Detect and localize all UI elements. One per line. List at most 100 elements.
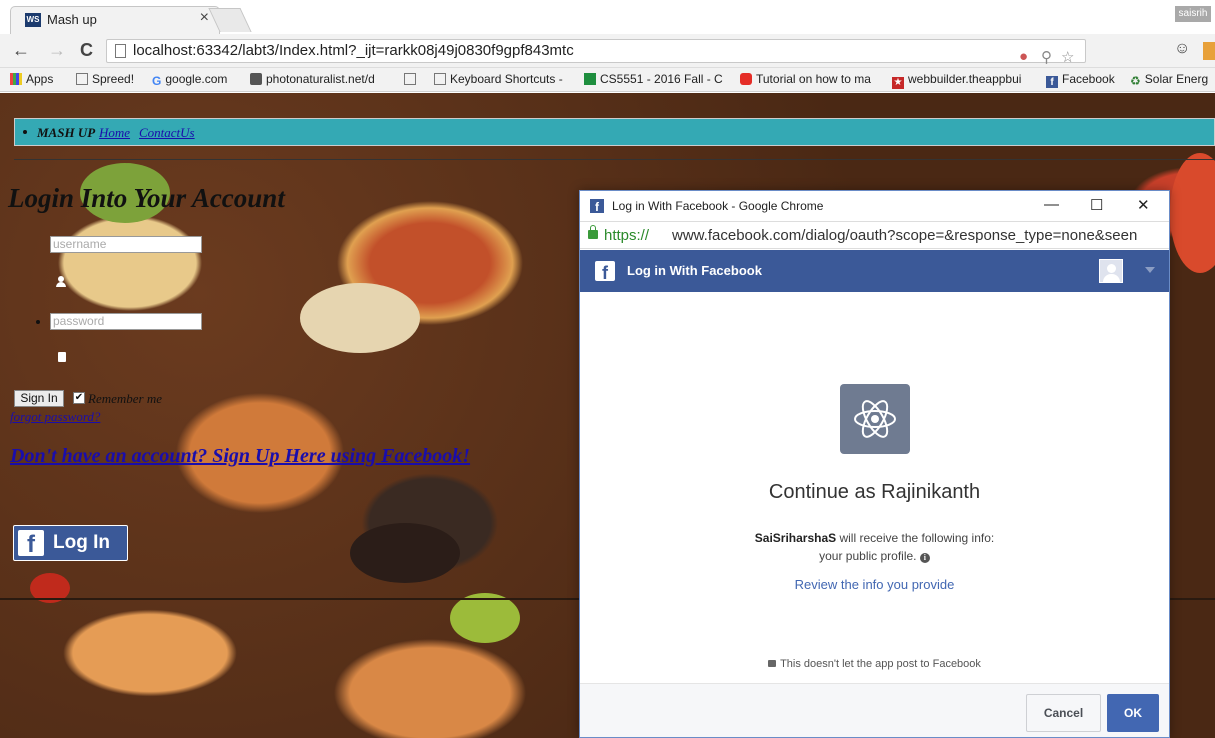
bookmark-google[interactable]: Ggoogle.com [152, 72, 228, 88]
url-scheme: https:// [604, 227, 650, 244]
public-profile-text: your public profile. [819, 549, 917, 563]
extension-icon-2[interactable] [1203, 42, 1215, 60]
signup-facebook-link[interactable]: Don't have an account? Sign Up Here usin… [10, 445, 470, 468]
avatar[interactable] [1099, 259, 1123, 283]
popup-url-bar: https:// www.facebook.com/dialog/oauth?s… [580, 221, 1169, 249]
bookmark-apps[interactable]: Apps [10, 72, 53, 86]
permissions-line-2: your public profile. i [580, 547, 1169, 565]
permissions-line-1: SaiSriharshaS will receive the following… [580, 529, 1169, 547]
atom-icon [854, 400, 896, 438]
facebook-login-label: Log In [53, 532, 110, 553]
permissions-text: will receive the following info: [836, 531, 995, 545]
facebook-icon: f [1046, 76, 1058, 88]
bookmark-label: Keyboard Shortcuts - [450, 72, 563, 86]
bookmark-label: Solar Energ [1144, 72, 1209, 86]
bookmark-star-icon[interactable]: ☆ [1061, 48, 1074, 66]
page-icon [115, 44, 126, 58]
remember-me-checkbox[interactable]: ✔ [73, 392, 85, 404]
profile-button[interactable]: saisrih [1175, 6, 1211, 22]
url-text: www.facebook.com/dialog/oauth?scope=&res… [672, 227, 1138, 244]
username-input[interactable]: username [50, 236, 202, 253]
bookmark-tutorial[interactable]: Tutorial on how to ma [740, 72, 871, 86]
no-post-notice: This doesn't let the app post to Faceboo… [580, 658, 1169, 670]
address-bar[interactable]: localhost:63342/labt3/Index.html?_ijt=ra… [106, 39, 1086, 66]
site-brand: MASH UP [37, 125, 96, 140]
bookmark-label: webbuilder.theappbui [908, 72, 1022, 86]
user-icon [56, 276, 66, 288]
chevron-down-icon[interactable] [1145, 267, 1155, 273]
extension-face-icon[interactable]: ☺ [1174, 40, 1190, 58]
tab-strip: WS Mash up × saisrih [0, 0, 1215, 34]
bookmark-keyboard-shortcuts[interactable]: Keyboard Shortcuts - [434, 72, 563, 86]
browser-tab[interactable]: WS Mash up × [10, 6, 220, 34]
background-food-image [450, 593, 520, 643]
lock-icon [768, 660, 777, 667]
nav-home-link[interactable]: Home [99, 125, 130, 141]
bookmark-facebook[interactable]: f Facebook [1046, 72, 1115, 88]
background-food-image [300, 283, 420, 353]
bookmark-photonaturalist[interactable]: photonaturalist.net/d [250, 72, 375, 86]
facebook-header-title: Log in With Facebook [627, 263, 762, 278]
app-icon [840, 384, 910, 454]
facebook-icon: f [595, 261, 615, 283]
cancel-button[interactable]: Cancel [1026, 694, 1101, 732]
ok-button[interactable]: OK [1107, 694, 1159, 732]
google-icon: G [152, 74, 162, 88]
page-icon [434, 73, 446, 85]
page-icon [404, 73, 416, 85]
tab-title: Mash up [47, 12, 97, 27]
remember-me-label: Remember me [88, 391, 162, 406]
maximize-icon[interactable]: ☐ [1090, 196, 1103, 214]
info-icon[interactable]: i [919, 553, 930, 563]
review-info-link[interactable]: Review the info you provide [580, 577, 1169, 592]
apps-grid-icon [10, 73, 22, 85]
facebook-icon: f [590, 199, 604, 214]
nav-contact-link[interactable]: ContactUs [139, 125, 195, 141]
webstorm-icon: WS [25, 13, 41, 27]
no-post-text: This doesn't let the app post to Faceboo… [780, 658, 981, 670]
background-food-image [350, 523, 460, 583]
facebook-login-popup: f Log in With Facebook - Google Chrome —… [579, 190, 1170, 738]
reload-icon[interactable]: C [80, 40, 93, 61]
sign-in-button[interactable]: Sign In [14, 390, 64, 407]
permissions-info: SaiSriharshaS will receive the following… [580, 529, 1169, 565]
url-text: localhost:63342/labt3/Index.html?_ijt=ra… [133, 42, 574, 59]
continue-as-heading: Continue as Rajinikanth [768, 481, 981, 503]
popup-titlebar: f Log in With Facebook - Google Chrome —… [580, 191, 1169, 221]
app-name: SaiSriharshaS [754, 531, 837, 545]
site-navbar: MASH UP Home ContactUs [14, 118, 1215, 146]
login-heading: Login Into Your Account [8, 183, 285, 213]
bookmark-label: photonaturalist.net/d [266, 72, 375, 86]
close-icon[interactable]: ✕ [1137, 196, 1150, 214]
star-icon: ★ [892, 77, 904, 89]
minimize-icon[interactable]: — [1044, 196, 1059, 213]
facebook-icon: f [18, 530, 44, 558]
facebook-header: f Log in With Facebook [580, 250, 1169, 292]
sheet-icon [584, 73, 596, 85]
bookmark-blank[interactable] [404, 72, 420, 86]
forward-icon[interactable]: → [48, 40, 66, 61]
popup-window-title: Log in With Facebook - Google Chrome [612, 199, 824, 213]
youtube-icon [740, 73, 752, 85]
list-bullet [36, 320, 40, 324]
bookmark-cs5551[interactable]: CS5551 - 2016 Fall - C [584, 72, 723, 86]
bookmark-label: CS5551 - 2016 Fall - C [600, 72, 723, 86]
facebook-login-button[interactable]: f Log In [13, 525, 128, 561]
bookmark-spreed[interactable]: Spreed! [76, 72, 134, 86]
bookmark-label: Spreed! [92, 72, 135, 86]
bookmark-label: google.com [165, 72, 228, 86]
back-icon[interactable]: ← [12, 40, 30, 61]
lock-icon [58, 352, 66, 362]
secure-lock-icon [588, 225, 598, 239]
extension-icon[interactable]: ● [1019, 48, 1028, 65]
popup-footer: Cancel OK [580, 683, 1169, 737]
bookmark-solar-energy[interactable]: ♻ Solar Energ [1130, 72, 1209, 88]
zoom-icon[interactable]: ⚲ [1041, 48, 1052, 66]
forgot-password-link[interactable]: forgot password? [10, 409, 100, 425]
background-food-image [1170, 153, 1215, 273]
page-icon [76, 73, 88, 85]
bookmark-label: Apps [26, 72, 54, 86]
bookmark-webbuilder[interactable]: ★ webbuilder.theappbui [892, 72, 1021, 89]
close-tab-icon[interactable]: × [200, 9, 209, 27]
password-input[interactable]: password [50, 313, 202, 330]
